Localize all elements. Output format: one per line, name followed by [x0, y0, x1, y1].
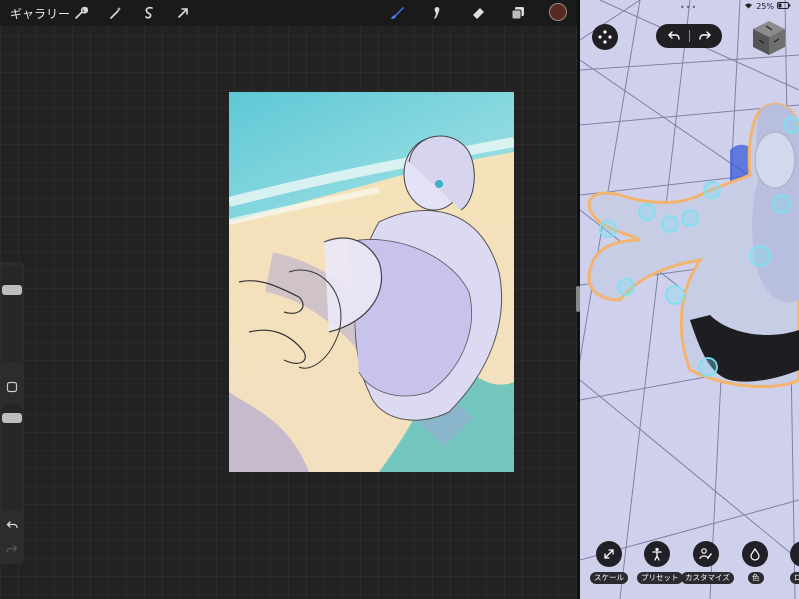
layers-icon[interactable]: [509, 4, 527, 22]
scale-button[interactable]: [596, 541, 622, 567]
smudge-icon[interactable]: [427, 4, 445, 22]
cube-icon: [753, 21, 785, 55]
view-cube[interactable]: [750, 18, 788, 58]
eraser-icon[interactable]: [469, 4, 487, 22]
preset-label: プリセット: [637, 572, 683, 584]
pose-viewport[interactable]: [580, 0, 799, 599]
color-label: 色: [748, 572, 764, 584]
color-picker-swatch[interactable]: [549, 3, 567, 21]
scale-arrows-icon: [604, 549, 614, 559]
undo-redo-group: [656, 24, 722, 48]
undo-icon[interactable]: [5, 518, 19, 532]
multitasking-dots[interactable]: •••: [680, 3, 698, 12]
move-arrows-icon: [598, 30, 612, 44]
artwork-canvas[interactable]: [229, 92, 514, 472]
brush-size-thumb[interactable]: [2, 284, 22, 295]
undo-icon: [667, 31, 680, 40]
customize-button[interactable]: [693, 541, 719, 567]
brush-icon[interactable]: [388, 4, 406, 22]
customize-label: カスタマイズ: [681, 572, 734, 584]
brush-sidebar: [0, 262, 24, 564]
wifi-icon: [744, 2, 753, 11]
eyedropper-square-button[interactable]: [5, 380, 19, 394]
color-drop-icon: [750, 547, 760, 561]
more-label: ロ: [790, 572, 799, 584]
redo-icon[interactable]: [5, 542, 19, 556]
pose-app-pane: ••• 25% スケール プリセット: [580, 0, 799, 599]
redo-icon: [698, 31, 711, 40]
transform-arrow-icon[interactable]: [174, 4, 192, 22]
selection-icon[interactable]: [140, 4, 158, 22]
magic-wand-icon[interactable]: [107, 4, 125, 22]
color-button[interactable]: [742, 541, 768, 567]
scale-label: スケール: [590, 572, 628, 584]
top-toolbar: ギャラリー: [0, 0, 577, 26]
status-bar: 25%: [744, 2, 791, 11]
wrench-icon[interactable]: [72, 4, 90, 22]
move-view-button[interactable]: [592, 24, 618, 50]
customize-icon: [699, 548, 712, 560]
figure-preset-icon: [652, 547, 662, 561]
brush-size-slider[interactable]: [2, 266, 22, 362]
battery-percent: 25%: [756, 2, 774, 11]
artwork-illustration: [229, 92, 514, 472]
preset-button[interactable]: [644, 541, 670, 567]
drawing-app-pane: ギャラリー: [0, 0, 577, 599]
pose-undo-button[interactable]: [659, 29, 689, 43]
battery-icon: [777, 2, 791, 11]
pose-redo-button[interactable]: [690, 29, 720, 43]
gallery-button[interactable]: ギャラリー: [10, 5, 70, 22]
brush-opacity-thumb[interactable]: [2, 412, 22, 423]
